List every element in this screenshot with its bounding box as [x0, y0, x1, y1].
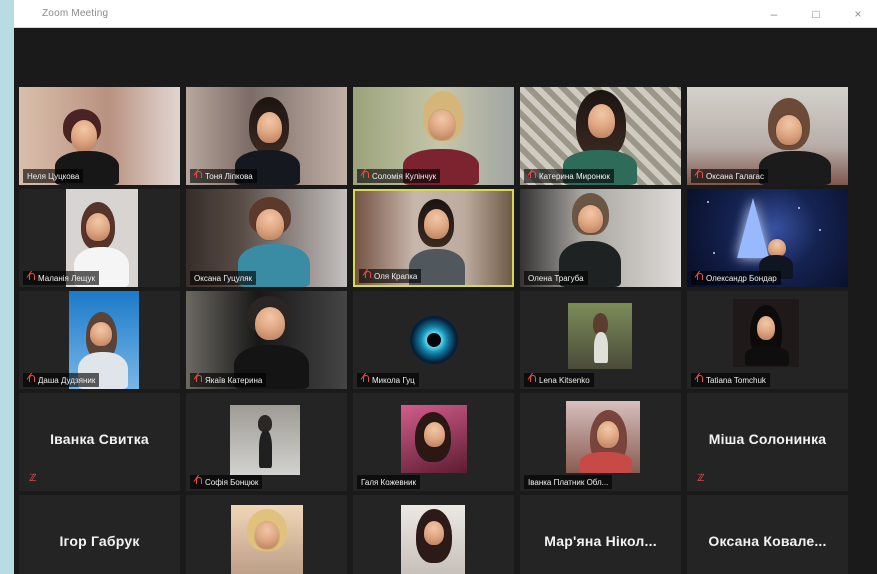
- standing-person: [594, 332, 608, 363]
- participant-name: Мар'яна Нікол...: [544, 533, 657, 549]
- face: [757, 316, 775, 340]
- eye-pupil: [426, 333, 441, 347]
- participant-name-tag: Оксана Гуцуляк: [190, 271, 257, 285]
- face: [578, 205, 603, 233]
- participant-tile[interactable]: Мар'яна Нікол...: [520, 495, 681, 574]
- participant-name-tag: Tatiana Tomchuk: [691, 373, 770, 387]
- muted-microphone-icon: [194, 477, 202, 487]
- participant-name-tag: Софія Бонцюк: [190, 475, 263, 489]
- participant-name-tag: Оля Крапка: [359, 269, 422, 283]
- participant-tile[interactable]: Неля Цуцкова: [19, 87, 180, 185]
- participant-name-tag: Неля Цуцкова: [23, 169, 84, 183]
- participant-tile[interactable]: Lena Kitsenko: [520, 291, 681, 389]
- muted-microphone-icon: [528, 375, 536, 385]
- participant-name-tag: Галя Кожевник: [357, 475, 421, 489]
- participant-name-tag: Якаїв Катерина: [190, 373, 267, 387]
- muted-microphone-icon: ℤ: [697, 473, 705, 484]
- participant-name-tag: Олександр Бондар: [691, 271, 781, 285]
- participant-tile[interactable]: Галя Кожевник: [353, 393, 514, 491]
- zoom-meeting-window: Zoom Meeting – □ × Неля Цуцкова Тоня Ліп…: [14, 0, 877, 574]
- window-controls: – □ ×: [767, 8, 877, 20]
- participant-tile[interactable]: [186, 495, 347, 574]
- participant-tile[interactable]: Оксана Ковале...: [687, 495, 848, 574]
- muted-microphone-icon: [361, 171, 369, 181]
- participant-name-tag: Даша Дудзяник: [23, 373, 100, 387]
- participant-name: Ігор Габрук: [59, 533, 140, 549]
- close-button[interactable]: ×: [851, 8, 865, 20]
- muted-microphone-icon: [528, 171, 536, 181]
- participant-tile[interactable]: Олександр Бондар: [687, 189, 848, 287]
- face: [776, 115, 802, 145]
- shoulders: [580, 452, 632, 473]
- face: [86, 213, 110, 241]
- participant-tile[interactable]: Катерина Миронюк: [520, 87, 681, 185]
- participant-tile[interactable]: Якаїв Катерина: [186, 291, 347, 389]
- muted-microphone-icon: [194, 375, 202, 385]
- participant-tile[interactable]: Даша Дудзяник: [19, 291, 180, 389]
- standing-person: [259, 430, 272, 468]
- participant-name-tag: Маланія Лещук: [23, 271, 99, 285]
- face: [71, 120, 97, 151]
- participant-name-tag: Іванка Платник Обл...: [524, 475, 613, 489]
- face: [256, 209, 284, 240]
- participant-tile[interactable]: Тоня Ліпкова: [186, 87, 347, 185]
- face: [424, 422, 445, 447]
- face: [588, 104, 615, 138]
- participant-tile[interactable]: Оксана Гуцуляк: [186, 189, 347, 287]
- room-window: [115, 87, 180, 185]
- muted-microphone-icon: [27, 273, 35, 283]
- participant-name-tag: Тоня Ліпкова: [190, 169, 257, 183]
- participant-tile[interactable]: Софія Бонцюк: [186, 393, 347, 491]
- participant-name-tag: Lena Kitsenko: [524, 373, 594, 387]
- christmas-tree-icon: [737, 198, 769, 258]
- active-speaker-tile[interactable]: Оля Крапка: [353, 189, 514, 287]
- face: [255, 522, 279, 549]
- participant-name-tag: Олена Трагуба: [524, 271, 588, 285]
- participant-video: [186, 495, 347, 574]
- participant-name-tag: Соломія Кулінчук: [357, 169, 441, 183]
- face: [90, 322, 112, 346]
- shoulders: [745, 346, 789, 366]
- participant-name-tag: Оксана Галагас: [691, 169, 768, 183]
- shoulders: [759, 151, 831, 185]
- participant-tile[interactable]: Микола Гуц: [353, 291, 514, 389]
- maximize-button[interactable]: □: [809, 8, 823, 20]
- muted-microphone-icon: [695, 273, 703, 283]
- muted-microphone-icon: ℤ: [29, 473, 37, 484]
- face: [424, 521, 444, 545]
- participant-name-tag: Катерина Миронюк: [524, 169, 614, 183]
- muted-microphone-icon: [695, 171, 703, 181]
- participant-tile[interactable]: Оксана Галагас: [687, 87, 848, 185]
- face: [255, 307, 285, 340]
- participant-tile[interactable]: Міша Солонинка ℤ: [687, 393, 848, 491]
- participant-tile[interactable]: Tatiana Tomchuk: [687, 291, 848, 389]
- participant-tile[interactable]: Соломія Кулінчук: [353, 87, 514, 185]
- participant-grid: Неля Цуцкова Тоня Ліпкова Соломія Кулінч…: [19, 87, 849, 574]
- participant-tile[interactable]: [353, 495, 514, 574]
- window-titlebar: Zoom Meeting – □ ×: [14, 0, 877, 28]
- muted-microphone-icon: [27, 375, 35, 385]
- minimize-button[interactable]: –: [767, 8, 781, 20]
- window-title: Zoom Meeting: [42, 8, 109, 19]
- muted-microphone-icon: [361, 375, 369, 385]
- participant-video: [353, 495, 514, 574]
- muted-microphone-icon: [194, 171, 202, 181]
- face: [424, 209, 449, 239]
- face: [429, 110, 455, 140]
- participant-name: Іванка Свитка: [50, 431, 149, 447]
- participant-tile[interactable]: Іванка Свитка ℤ: [19, 393, 180, 491]
- muted-microphone-icon: [695, 375, 703, 385]
- participant-tile[interactable]: Маланія Лещук: [19, 189, 180, 287]
- eye-icon: [409, 316, 458, 364]
- participant-tile[interactable]: Ігор Габрук: [19, 495, 180, 574]
- muted-microphone-icon: [363, 271, 371, 281]
- participant-name: Міша Солонинка: [708, 431, 827, 447]
- participant-tile[interactable]: Олена Трагуба: [520, 189, 681, 287]
- participant-name: Оксана Ковале...: [708, 533, 827, 549]
- participant-tile[interactable]: Іванка Платник Обл...: [520, 393, 681, 491]
- face: [597, 421, 619, 448]
- participant-name-tag: Микола Гуц: [357, 373, 419, 387]
- face: [257, 112, 282, 143]
